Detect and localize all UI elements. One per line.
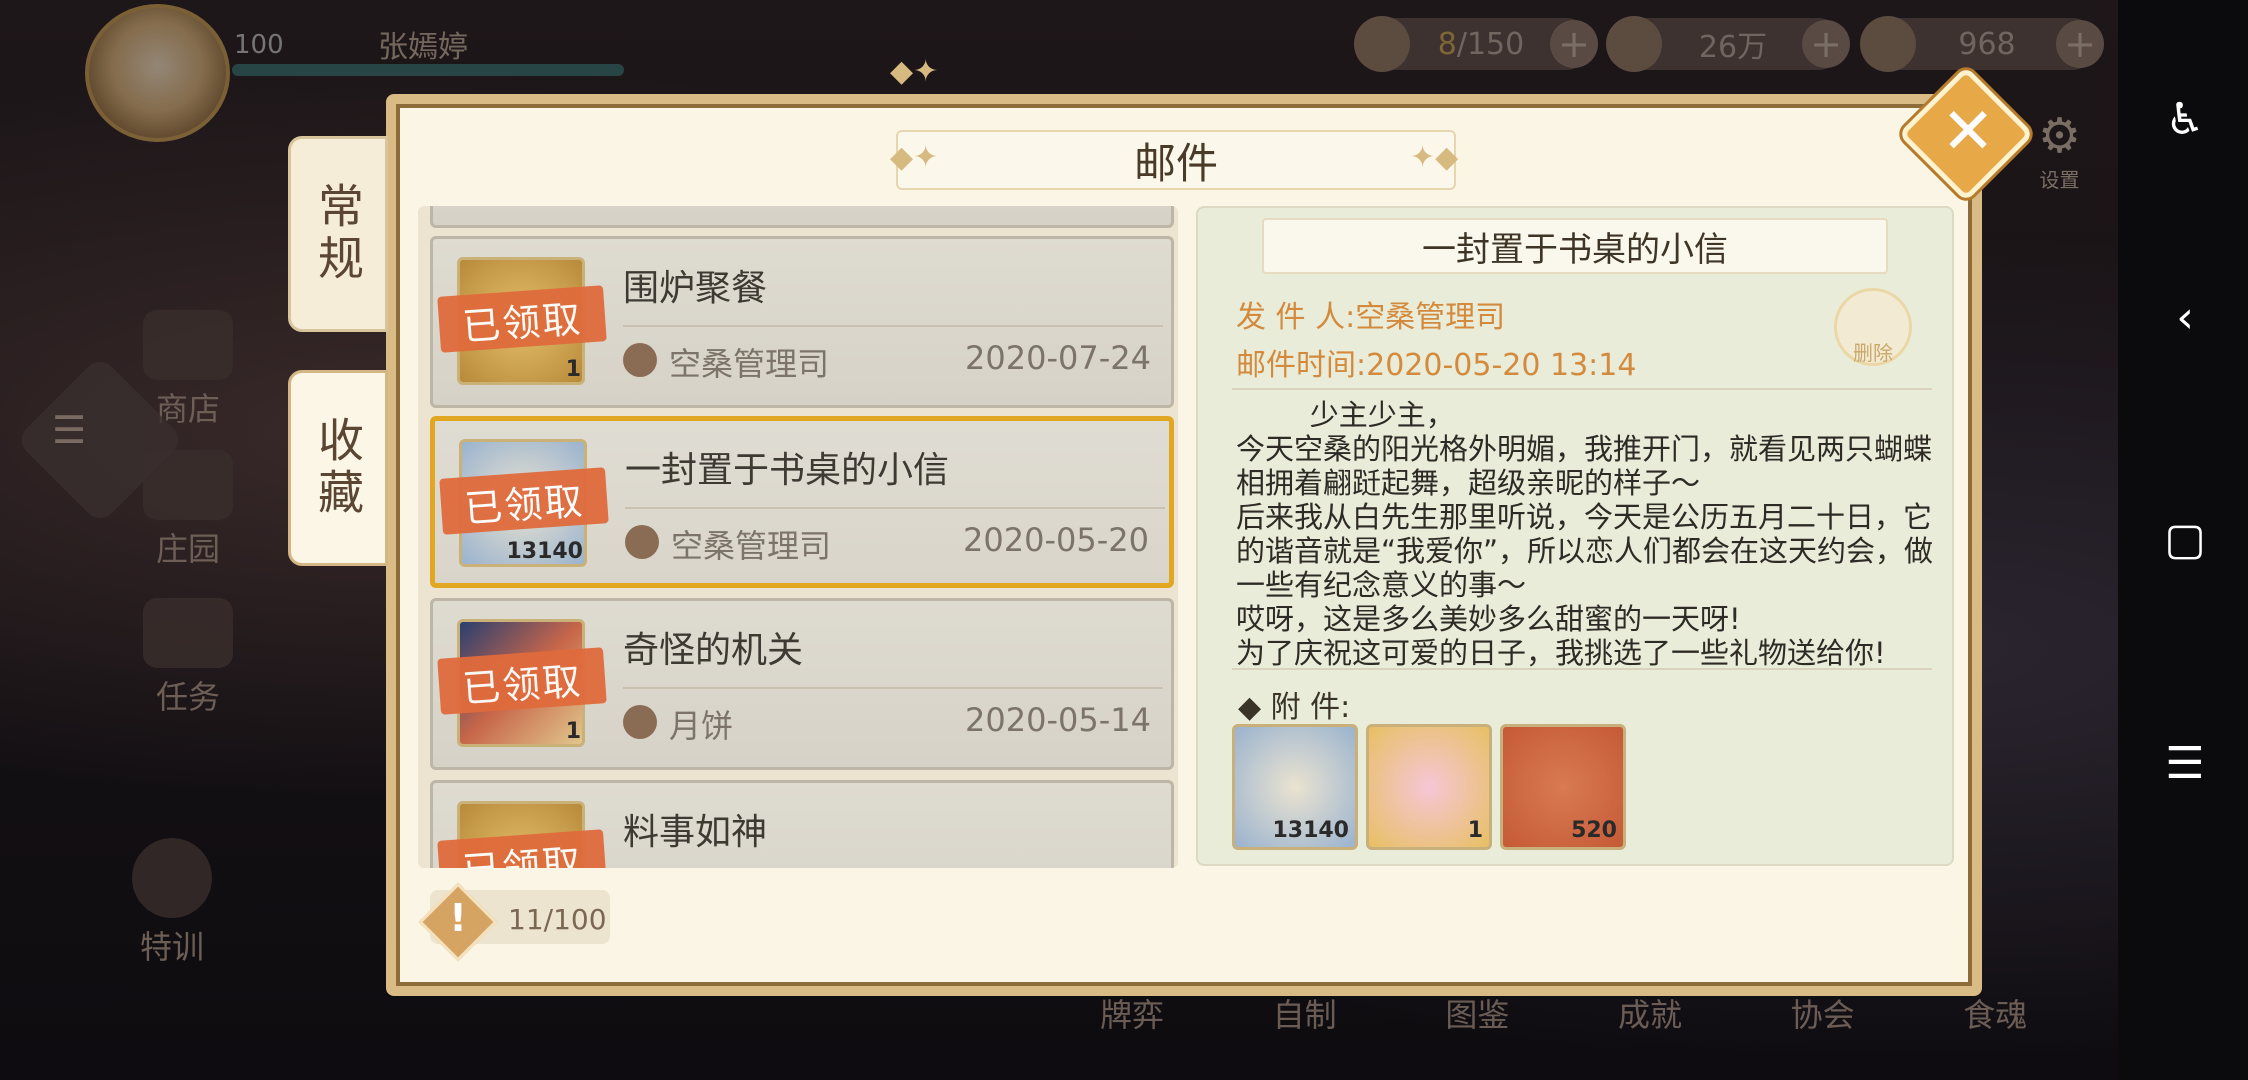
mail-count: 11/100 [508, 903, 607, 936]
ornament-left-icon-2: ◆✦ [890, 140, 939, 175]
tab-favorites[interactable]: 收藏 [288, 370, 388, 566]
resource-stamina: 8/150 + [1354, 16, 1598, 72]
gem-icon [1860, 16, 1916, 72]
detail-title: 一封置于书桌的小信 [1262, 218, 1888, 274]
sender-label: 发 件 人: [1236, 300, 1356, 335]
add-gem-button[interactable]: + [2056, 20, 2104, 68]
divider [623, 687, 1163, 689]
home-icon[interactable]: ▢ [2160, 514, 2210, 565]
settings-button[interactable]: ⚙ 设置 [2038, 108, 2081, 193]
mail-subject: 围炉聚餐 [623, 268, 768, 309]
person-icon [623, 705, 657, 739]
add-coin-button[interactable]: + [1802, 20, 1850, 68]
close-icon: ✕ [1941, 95, 1995, 169]
time-value: 2020-05-20 13:14 [1366, 348, 1637, 383]
attachments-label: ◆ 附 件: [1238, 690, 1351, 725]
mail-date: 2020-05-20 [963, 521, 1149, 559]
player-avatar[interactable] [85, 4, 230, 142]
menu-icon: ☰ [52, 408, 87, 452]
mail-date: 2020-05-14 [965, 701, 1151, 739]
mail-item-partial[interactable] [430, 206, 1174, 228]
tab-soul[interactable]: 食魂 [1963, 990, 2027, 1036]
mail-subject: 料事如神 [623, 812, 768, 853]
tab-achievement[interactable]: 成就 [1618, 990, 1682, 1036]
duck-icon [132, 838, 212, 918]
divider [625, 507, 1165, 509]
delete-label: 删除 [1853, 341, 1893, 365]
mail-item-selected[interactable]: 已领取 13140 一封置于书桌的小信 空桑管理司 2020-05-20 [430, 416, 1174, 588]
bottom-tab-bar: 牌弈 自制 图鉴 成就 协会 食魂 仓库 [1100, 990, 2200, 1036]
sender-value: 空桑管理司 [1355, 300, 1506, 335]
item-count: 13140 [506, 539, 583, 564]
player-name: 张嫣婷 [378, 30, 468, 65]
attachment-count: 1 [1467, 818, 1483, 843]
coin-icon [1606, 16, 1662, 72]
time-label: 邮件时间: [1236, 348, 1367, 383]
ornament-right-icon: ✦◆ [1410, 140, 1459, 175]
stamina-icon [1354, 16, 1410, 72]
mail-sender: 月饼 [669, 707, 734, 745]
attachment-count: 520 [1571, 818, 1617, 843]
divider [1232, 668, 1932, 670]
attachment-shell[interactable]: 13140 [1232, 724, 1358, 850]
mail-subject: 奇怪的机关 [623, 630, 804, 671]
coin-value: 26万 [1698, 30, 1768, 65]
accessibility-icon[interactable]: ♿ [2160, 94, 2210, 145]
attachment-lotus[interactable]: 1 [1366, 724, 1492, 850]
mail-list[interactable]: 已领取 1 围炉聚餐 空桑管理司 2020-07-24 已领取 13140 一封… [418, 206, 1178, 868]
resource-gem: 968 + [1860, 16, 2104, 72]
settings-label: 设置 [2039, 168, 2080, 192]
tab-guild[interactable]: 协会 [1791, 990, 1855, 1036]
sender-row: 发 件 人:空桑管理司 [1236, 292, 1505, 336]
claimed-stamp: 已领取 [437, 285, 607, 353]
item-count: 1 [565, 357, 581, 382]
attachment-charm[interactable]: 520 [1500, 724, 1626, 850]
training-label: 特训 [139, 928, 204, 966]
mail-item[interactable]: 已领取 1 奇怪的机关 月饼 2020-05-14 [430, 598, 1174, 770]
gem-value: 968 [1958, 26, 2016, 62]
tab-cards[interactable]: 牌弈 [1100, 990, 1164, 1036]
mail-date: 2020-07-24 [965, 339, 1151, 377]
mail-item[interactable]: 已领取 料事如神 [430, 780, 1174, 868]
claimed-stamp: 已领取 [437, 647, 607, 715]
claimed-stamp: 已领取 [439, 467, 609, 535]
mail-body: 少主少主， 今天空桑的阳光格外明媚，我推开门，就看见两只蝴蝶相拥着翩跹起舞，超级… [1236, 398, 1934, 670]
tab-general[interactable]: 常规 [288, 136, 388, 332]
manor-label: 庄园 [155, 530, 220, 568]
mail-sender: 空桑管理司 [671, 527, 832, 565]
player-level: 100 [234, 30, 284, 60]
attachment-count: 13140 [1272, 818, 1349, 843]
person-icon [623, 343, 657, 377]
back-icon[interactable]: ‹ [2160, 292, 2210, 343]
warning-mark: ! [449, 896, 467, 940]
quest-label: 任务 [155, 678, 220, 716]
gear-icon: ⚙ [2038, 108, 2082, 164]
quest-button[interactable]: 任务 [128, 598, 248, 718]
ornament-left-icon: ◆✦ [890, 54, 939, 89]
time-row: 邮件时间:2020-05-20 13:14 [1236, 340, 1636, 384]
shop-icon [143, 310, 233, 380]
divider [1232, 388, 1932, 390]
exp-bar [232, 64, 624, 76]
mail-item[interactable]: 已领取 1 围炉聚餐 空桑管理司 2020-07-24 [430, 236, 1174, 408]
recent-apps-icon[interactable]: ☰ [2160, 738, 2210, 789]
tab-craft[interactable]: 自制 [1273, 990, 1337, 1036]
tab-codex[interactable]: 图鉴 [1445, 990, 1509, 1036]
mail-subject: 一封置于书桌的小信 [625, 450, 950, 491]
divider [623, 325, 1163, 327]
mail-sender: 空桑管理司 [669, 345, 830, 383]
stamina-max: /150 [1456, 26, 1525, 62]
resource-coin: 26万 + [1606, 16, 1850, 72]
quest-icon [143, 598, 233, 668]
training-button[interactable]: 特训 [112, 838, 232, 968]
stamina-current: 8 [1437, 26, 1457, 62]
dialog-title: 邮件 [896, 130, 1456, 190]
add-stamina-button[interactable]: + [1550, 20, 1598, 68]
person-icon [625, 525, 659, 559]
item-count: 1 [565, 719, 581, 744]
delete-button[interactable]: 删除 [1834, 288, 1912, 366]
